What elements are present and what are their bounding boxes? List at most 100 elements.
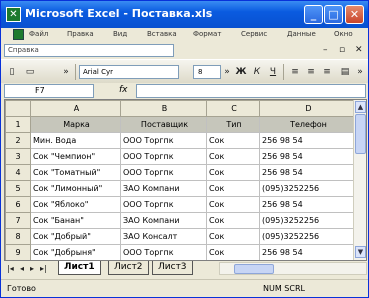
close-button[interactable]: ✕ [345,5,364,24]
menu-view[interactable]: Вид [113,30,127,38]
cell[interactable]: ЗАО Консалт [120,228,207,245]
font-size-select[interactable]: 8 [193,65,221,79]
cell[interactable]: (095)3252256 [259,180,356,197]
scroll-up-icon[interactable]: ▲ [355,101,366,113]
cell[interactable]: Сок "Добрый" [30,228,121,245]
more-tools-icon-2[interactable]: » [223,65,231,79]
cell[interactable]: Сок "Банан" [30,212,121,229]
row-header[interactable]: 3 [5,148,31,165]
toolbar-options-icon[interactable]: » [355,65,365,79]
scroll-down-icon[interactable]: ▼ [355,246,366,258]
horizontal-scrollbar[interactable] [219,262,367,275]
cell[interactable]: 256 98 54 [259,132,356,149]
row-header[interactable]: 1 [5,116,31,133]
prev-sheet-icon[interactable]: ◂ [20,264,24,273]
help-search-input[interactable]: Справка [4,44,174,57]
align-center-icon[interactable]: ≡ [305,65,317,79]
toolbar-separator [75,64,76,80]
row-header[interactable]: 5 [5,180,31,197]
font-name-select[interactable]: Arial Cyr [79,65,179,79]
bold-button[interactable]: Ж [235,65,247,79]
horizontal-scroll-thumb[interactable] [234,264,274,274]
new-file-icon[interactable]: ▯ [6,65,18,79]
cell[interactable]: Сок [206,132,260,149]
vertical-scroll-thumb[interactable] [355,114,366,154]
column-header[interactable]: B [120,100,207,117]
cell[interactable]: Сок [206,196,260,213]
cell[interactable]: Сок "Яблоко" [30,196,121,213]
menu-tools[interactable]: Сервис [241,30,267,38]
vertical-scrollbar[interactable]: ▲ ▼ [353,100,366,260]
formula-input[interactable] [136,84,366,98]
menu-insert[interactable]: Вставка [147,30,177,38]
row-header[interactable]: 6 [5,196,31,213]
tab-sheet2[interactable]: Лист2 [108,261,149,275]
italic-button[interactable]: К [251,65,263,79]
next-sheet-icon[interactable]: ▸ [30,264,34,273]
menu-file[interactable]: Файл [29,30,48,38]
table-row: 8 Сок "Добрый" ЗАО Консалт Сок (095)3252… [5,228,356,245]
cell[interactable]: ЗАО Компани [120,212,207,229]
cell[interactable]: 256 98 54 [259,244,356,260]
first-sheet-icon[interactable]: |◂ [7,264,14,273]
cell[interactable]: 256 98 54 [259,148,356,165]
doc-minimize-button[interactable]: – [323,45,328,55]
cell[interactable]: Сок "Томатный" [30,164,121,181]
tab-sheet3[interactable]: Лист3 [152,261,193,275]
row-header[interactable]: 2 [5,132,31,149]
cell[interactable]: Поставщик [120,116,207,133]
doc-close-button[interactable]: ✕ [355,45,363,55]
cell[interactable]: Сок [206,180,260,197]
cell[interactable]: Телефон [259,116,356,133]
menu-format[interactable]: Формат [193,30,221,38]
cell[interactable]: ООО Торгпк [120,132,207,149]
cell[interactable]: 256 98 54 [259,196,356,213]
row-header[interactable]: 4 [5,164,31,181]
column-header[interactable]: D [259,100,356,117]
menu-window[interactable]: Окно [334,30,353,38]
doc-restore-button[interactable]: ▫ [339,45,345,55]
menu-edit[interactable]: Правка [67,30,94,38]
cell[interactable]: Сок [206,244,260,260]
cell[interactable]: Сок [206,228,260,245]
cell[interactable]: Сок [206,212,260,229]
align-left-icon[interactable]: ≡ [289,65,301,79]
column-header[interactable]: C [206,100,260,117]
cell[interactable]: Сок "Чемпион" [30,148,121,165]
cell[interactable]: (095)3252256 [259,228,356,245]
maximize-button[interactable]: □ [324,5,343,24]
cell[interactable]: Тип [206,116,260,133]
cell[interactable]: Сок "Лимонный" [30,180,121,197]
column-header[interactable]: A [30,100,121,117]
cell[interactable]: ООО Торгпк [120,164,207,181]
cell[interactable]: 256 98 54 [259,164,356,181]
minimize-button[interactable]: _ [304,5,323,24]
row-header[interactable]: 9 [5,244,31,260]
cell[interactable]: Сок [206,148,260,165]
tab-sheet1[interactable]: Лист1 [58,261,101,275]
align-right-icon[interactable]: ≡ [321,65,333,79]
cell[interactable]: Сок "Добрыня" [30,244,121,260]
cell[interactable]: Мин. Вода [30,132,121,149]
merge-center-icon[interactable]: ▤ [339,65,351,79]
cell[interactable]: ООО Торгпк [120,148,207,165]
select-all-corner[interactable] [5,100,31,117]
cell[interactable]: ООО Торгпк [120,196,207,213]
last-sheet-icon[interactable]: ▸| [40,264,47,273]
cell[interactable]: ЗАО Компани [120,180,207,197]
row-header[interactable]: 8 [5,228,31,245]
more-tools-icon[interactable]: » [61,65,71,79]
cell[interactable]: (095)3252256 [259,212,356,229]
formula-bar: F7 fx [1,83,368,99]
underline-button[interactable]: Ч [267,65,279,79]
menu-data[interactable]: Данные [287,30,316,38]
open-folder-icon[interactable]: ▭ [23,65,37,79]
name-box[interactable]: F7 [4,84,94,98]
fx-icon[interactable]: fx [119,85,128,95]
cell[interactable]: Марка [30,116,121,133]
cell[interactable]: Сок [206,164,260,181]
cell[interactable]: ООО Торгпк [120,244,207,260]
row-header[interactable]: 7 [5,212,31,229]
table-row: 6 Сок "Яблоко" ООО Торгпк Сок 256 98 54 [5,196,356,213]
workbook-icon[interactable] [13,29,24,40]
